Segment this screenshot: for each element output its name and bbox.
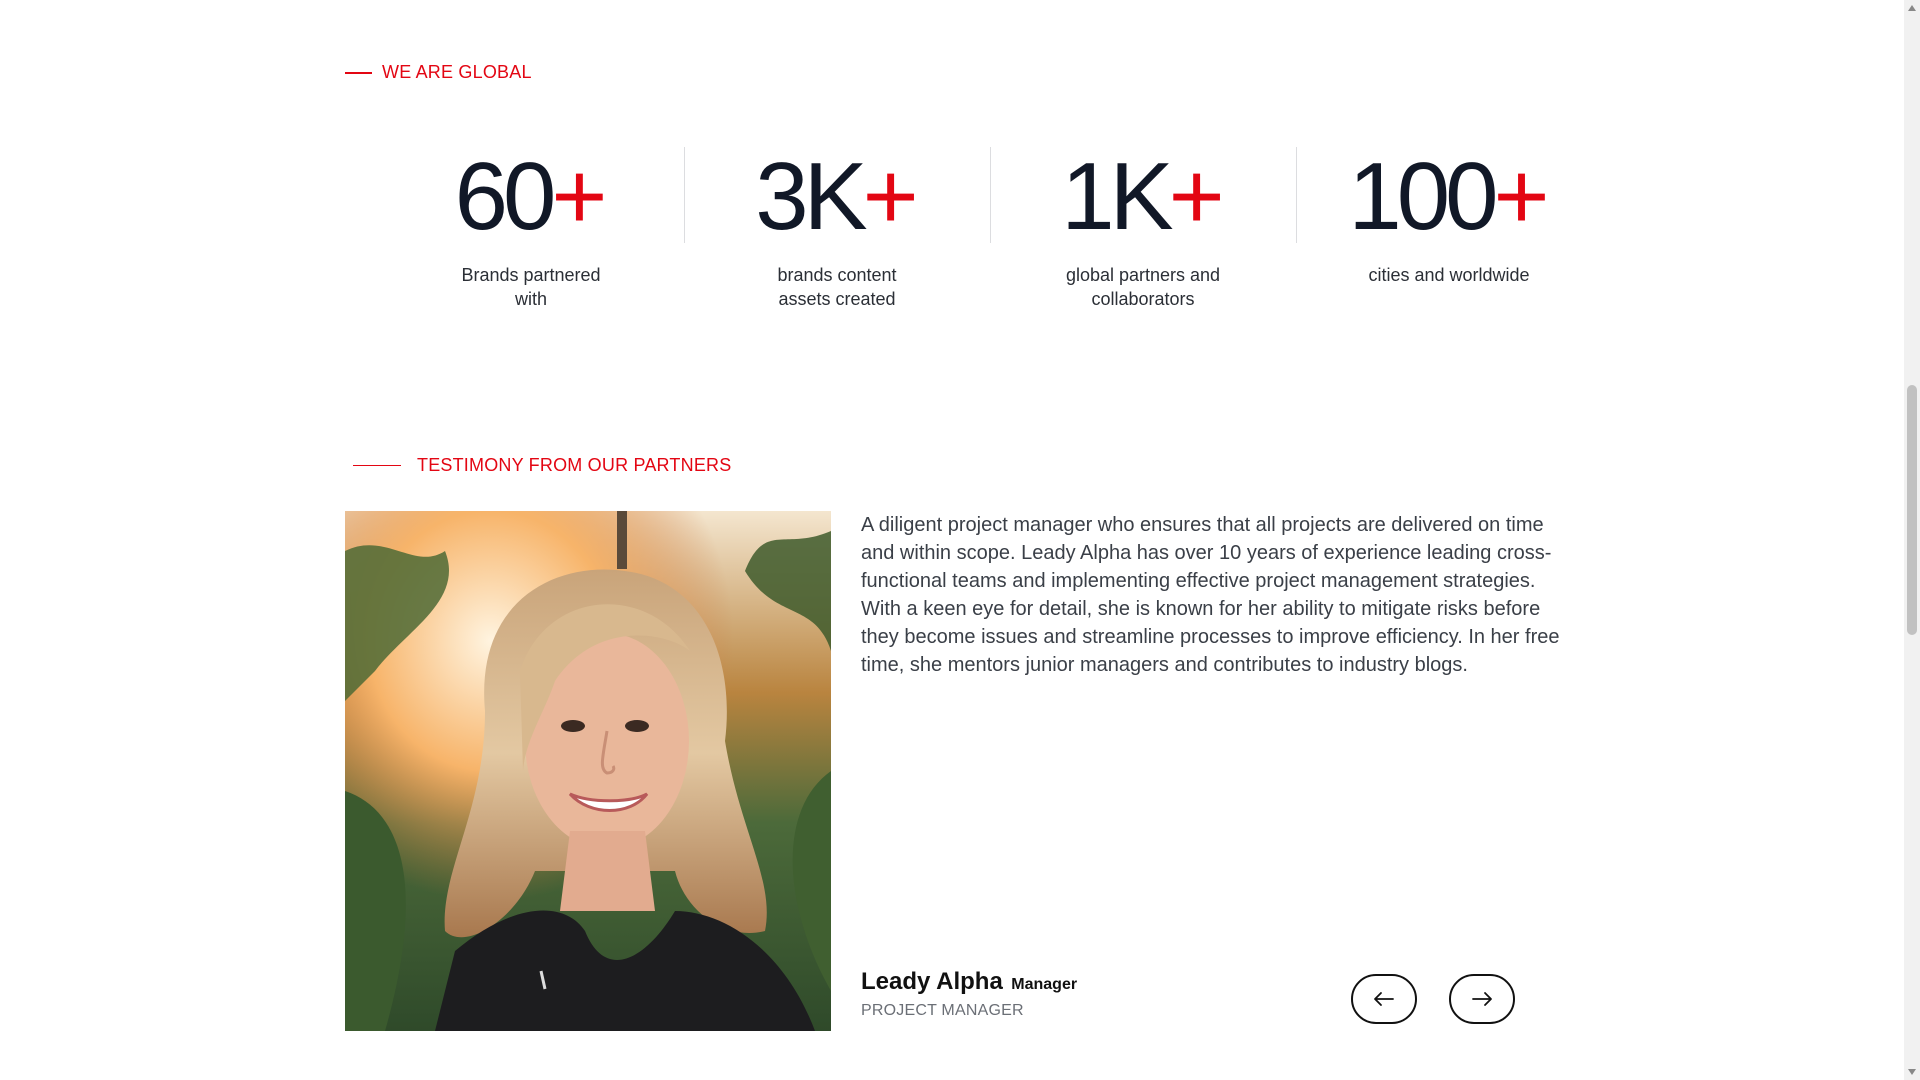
page: WE ARE GLOBAL 60+ Brands partnered with … <box>0 0 1920 1080</box>
stat-value: 3K <box>755 143 867 250</box>
testimony-section-label: TESTIMONY FROM OUR PARTNERS <box>353 455 731 476</box>
author-name: Leady Alpha <box>861 968 1003 995</box>
testimonial-author: Leady Alpha Manager PROJECT MANAGER <box>861 968 1077 1020</box>
label-divider-line <box>345 71 372 74</box>
stat-number: 100+ <box>1296 147 1602 247</box>
stat-number: 3K+ <box>684 147 990 247</box>
stat-cities: 100+ cities and worldwide <box>1296 147 1602 317</box>
arrow-right-icon <box>1472 992 1492 1006</box>
stat-value: 60 <box>454 143 557 250</box>
scroll-down-arrow-icon[interactable] <box>1908 1066 1916 1078</box>
scrollbar-thumb[interactable] <box>1907 385 1917 635</box>
vertical-scrollbar[interactable] <box>1904 0 1920 1080</box>
stat-global-partners: 1K+ global partners and collaborators <box>990 147 1296 317</box>
stat-content-assets: 3K+ brands content assets created <box>684 147 990 317</box>
stat-description: Brands partnered with <box>461 265 601 309</box>
testimony-section-title: TESTIMONY FROM OUR PARTNERS <box>417 455 732 475</box>
previous-testimonial-button[interactable] <box>1351 974 1417 1024</box>
stat-description: brands content assets created <box>777 265 897 309</box>
global-section-title: WE ARE GLOBAL <box>382 62 532 82</box>
stat-number: 60+ <box>378 147 684 247</box>
stat-brands-partnered: 60+ Brands partnered with <box>378 147 684 317</box>
global-section-label: WE ARE GLOBAL <box>345 62 532 83</box>
scroll-up-arrow-icon[interactable] <box>1908 2 1916 14</box>
plus-suffix: + <box>862 143 919 250</box>
label-divider-line <box>353 464 401 467</box>
plus-suffix: + <box>1493 143 1550 250</box>
stat-description: global partners and collaborators <box>1065 265 1221 309</box>
plus-suffix: + <box>1168 143 1225 250</box>
stats-row: 60+ Brands partnered with 3K+ brands con… <box>378 147 1602 317</box>
next-testimonial-button[interactable] <box>1449 974 1515 1024</box>
stat-value: 100 <box>1348 143 1498 250</box>
portrait-image <box>345 511 831 1031</box>
author-title: PROJECT MANAGER <box>861 1002 1024 1019</box>
author-role: Manager <box>1011 976 1078 993</box>
stat-number: 1K+ <box>990 147 1296 247</box>
stat-description: cities and worldwide <box>1368 265 1530 285</box>
plus-suffix: + <box>551 143 608 250</box>
testimonial-photo <box>345 511 831 1031</box>
testimonial-quote: A diligent project manager who ensures t… <box>861 514 1560 676</box>
stat-value: 1K <box>1061 143 1173 250</box>
arrow-left-icon <box>1374 992 1394 1006</box>
